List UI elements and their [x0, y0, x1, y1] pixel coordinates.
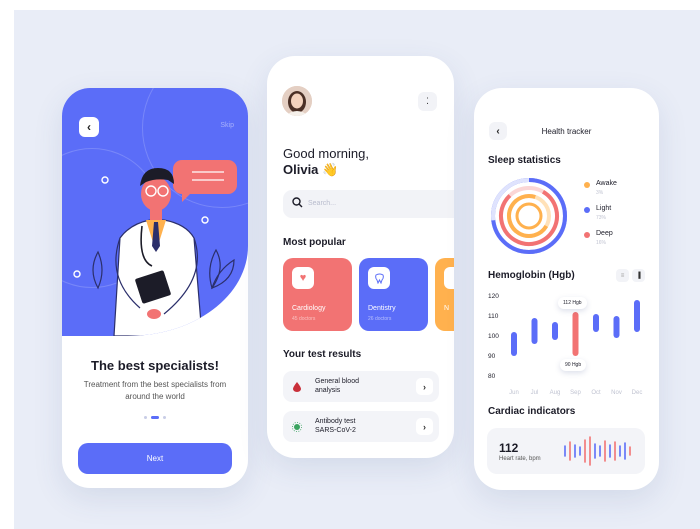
category-card-partial[interactable]: N [435, 258, 454, 331]
search-placeholder: Search... [308, 200, 337, 207]
page-dot [163, 416, 166, 419]
popular-title: Most popular [283, 237, 346, 248]
page-dot-active [151, 416, 159, 419]
menu-button[interactable]: ⁚ [418, 92, 437, 111]
results-title: Your test results [283, 349, 362, 360]
category-icon [444, 267, 454, 289]
category-card-dentistry[interactable]: Dentistry 26 doctors [359, 258, 428, 331]
chevron-right-icon[interactable]: › [416, 378, 433, 395]
y-tick-label: 110 [488, 313, 499, 320]
chevron-left-icon: ‹ [87, 120, 91, 134]
test-name-line2: analysis [315, 387, 341, 394]
tracker-screen: ‹ Health tracker Sleep statistics Awake … [474, 88, 659, 490]
chart-tooltip-low: 90 Hgb [560, 359, 587, 371]
back-button[interactable]: ‹ [79, 117, 99, 137]
hgb-bar-jul[interactable] [531, 318, 538, 344]
hgb-bar-sep[interactable] [572, 312, 579, 356]
page-indicator [62, 416, 248, 419]
chevron-right-icon[interactable]: › [416, 418, 433, 435]
test-name: General blood [315, 378, 359, 385]
heart-rate-waveform [564, 436, 631, 466]
sleep-title: Sleep statistics [488, 155, 561, 166]
greeting-text: Good morning, [283, 146, 369, 161]
virus-icon [291, 421, 303, 433]
bar-chart-icon: ▐ [636, 272, 641, 279]
heart-rate-card: 112 Heart rate, bpm [487, 428, 645, 474]
onboarding-title: The best specialists! [91, 358, 219, 373]
heart-icon: ♥ [292, 267, 314, 289]
x-tick-label: Sep [570, 390, 581, 396]
category-card-cardiology[interactable]: ♥ Cardiology 45 doctors [283, 258, 352, 331]
home-screen: ⁚ Good morning, Olivia 👋 Search... Most … [267, 56, 454, 458]
category-count: 45 doctors [292, 316, 316, 322]
category-label: Cardiology [292, 305, 326, 312]
search-input[interactable]: Search... [283, 190, 454, 218]
sleep-rings-chart [491, 178, 567, 254]
y-tick-label: 80 [488, 373, 496, 380]
onboarding-subtitle: Treatment from the best specialists from… [83, 380, 227, 401]
hgb-bar-aug[interactable] [552, 322, 558, 340]
test-result-item[interactable]: General blood analysis › [283, 371, 439, 402]
hgb-bar-jun[interactable] [511, 332, 517, 356]
x-tick-label: Nov [611, 390, 622, 396]
hero-illustration: ‹ Skip [62, 88, 248, 336]
avatar[interactable] [282, 86, 312, 116]
skip-link[interactable]: Skip [220, 122, 234, 129]
test-name-line2: SARS-CoV-2 [315, 427, 356, 434]
chart-tooltip-high: 112 Hgb [558, 297, 587, 309]
user-name: Olivia 👋 [283, 162, 339, 177]
heart-rate-value: 112 [499, 441, 519, 455]
y-tick-label: 100 [488, 333, 499, 340]
blood-drop-icon [291, 381, 303, 393]
cardiac-title: Cardiac indicators [488, 406, 576, 417]
hgb-bar-nov[interactable] [613, 316, 620, 338]
category-count: 26 doctors [368, 316, 392, 322]
y-tick-label: 120 [488, 293, 499, 300]
x-tick-label: Aug [550, 390, 561, 396]
list-view-toggle[interactable]: ≡ [616, 269, 629, 282]
onboarding-screen: ‹ Skip The best specialists! Treatment f… [62, 88, 248, 488]
x-tick-label: Jun [509, 390, 519, 396]
y-tick-label: 90 [488, 353, 496, 360]
bar-view-toggle[interactable]: ▐ [632, 269, 645, 282]
tooth-icon [368, 267, 390, 289]
list-icon: ≡ [620, 272, 625, 279]
tracker-header: Health tracker [541, 127, 592, 136]
test-result-item[interactable]: Antibody test SARS-CoV-2 › [283, 411, 439, 442]
category-label: N [444, 305, 450, 312]
dots-menu-icon: ⁚ [426, 96, 429, 106]
page-dot [144, 416, 147, 419]
category-label: Dentistry [368, 305, 396, 312]
hgb-title: Hemoglobin (Hgb) [488, 270, 575, 281]
test-name: Antibody test [315, 418, 356, 425]
x-tick-label: Dec [632, 390, 643, 396]
heart-rate-label: Heart rate, bpm [499, 456, 541, 462]
search-icon [292, 197, 303, 208]
next-button[interactable]: Next [78, 443, 232, 474]
hgb-bar-dec[interactable] [634, 300, 640, 332]
hgb-bar-oct[interactable] [593, 314, 599, 332]
x-tick-label: Oct [591, 390, 601, 396]
avatar-image [282, 86, 312, 116]
x-tick-label: Jul [531, 390, 539, 396]
